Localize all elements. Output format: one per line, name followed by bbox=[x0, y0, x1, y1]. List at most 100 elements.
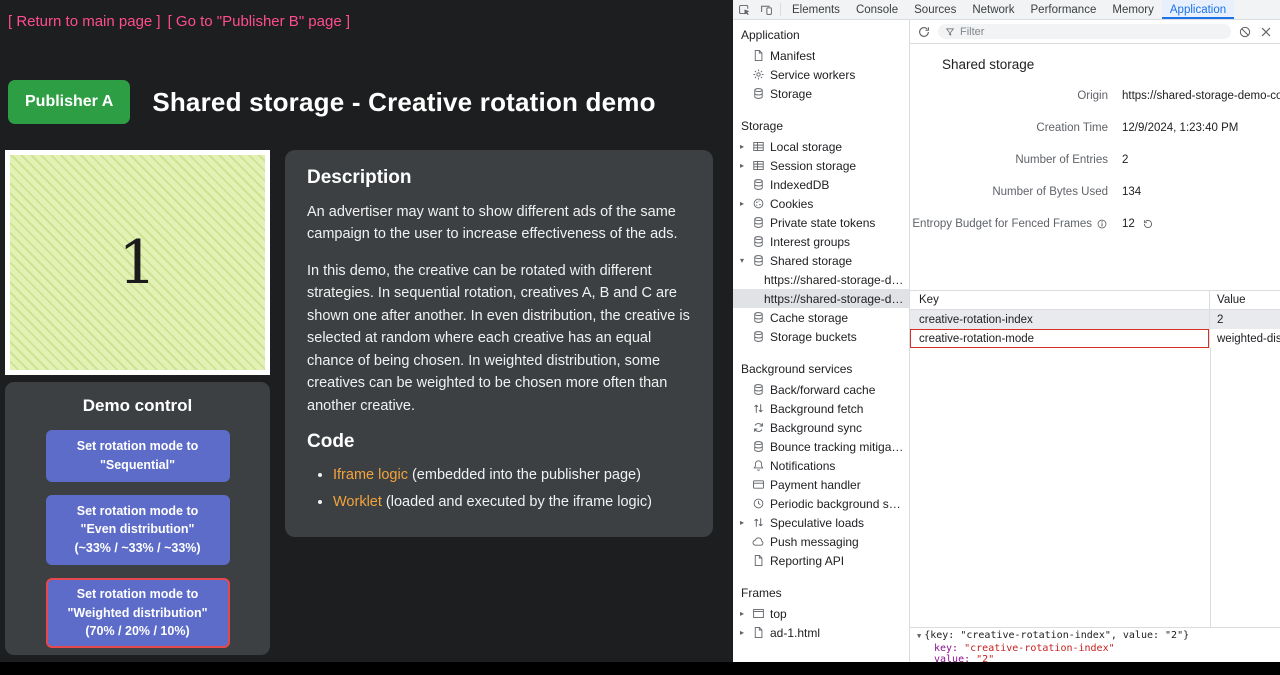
column-header-key[interactable]: Key bbox=[910, 291, 1210, 309]
devtools-body: ApplicationManifest Service workers Storag… bbox=[733, 20, 1280, 662]
property-name: key: bbox=[934, 643, 964, 654]
sidebar-item-label: Cache storage bbox=[770, 311, 848, 325]
grid-icon bbox=[751, 159, 765, 173]
sidebar-item-indexeddb[interactable]: IndexedDB bbox=[733, 175, 909, 194]
sidebar-item-storage-buckets[interactable]: Storage buckets bbox=[733, 327, 909, 346]
sidebar-item-https-shared-storage-d[interactable]: https://shared-storage-d… bbox=[733, 270, 909, 289]
devtools-tab-sources[interactable]: Sources bbox=[906, 0, 964, 19]
sidebar-item-label: Background sync bbox=[770, 421, 862, 435]
sidebar-item-label: Private state tokens bbox=[770, 216, 875, 230]
chevron-down-icon[interactable]: ▾ bbox=[740, 256, 751, 265]
sidebar-item-label: https://shared-storage-d… bbox=[764, 273, 903, 287]
sidebar-item-label: top bbox=[770, 607, 787, 621]
sidebar-section-application: ApplicationManifest Service workers Storag… bbox=[733, 22, 909, 103]
sidebar-item-bounce-tracking-mitiga[interactable]: Bounce tracking mitiga… bbox=[733, 437, 909, 456]
sidebar-item-push-messaging[interactable]: Push messaging bbox=[733, 532, 909, 551]
sidebar-item-back-forward-cache[interactable]: Back/forward cache bbox=[733, 380, 909, 399]
rotation-mode-button-2[interactable]: Set rotation mode to"Even distribution"(… bbox=[46, 495, 230, 565]
cell-key[interactable]: creative-rotation-mode bbox=[910, 329, 1210, 348]
cloud-icon bbox=[751, 535, 765, 549]
sidebar-item-reporting-api[interactable]: Reporting API bbox=[733, 551, 909, 570]
property-name: value: bbox=[934, 654, 976, 662]
sidebar-item-notifications[interactable]: Notifications bbox=[733, 456, 909, 475]
table-row-creative-rotation-index[interactable]: creative-rotation-index2 bbox=[910, 310, 1280, 329]
sidebar-item-speculative-loads[interactable]: ▸ Speculative loads bbox=[733, 513, 909, 532]
chevron-right-icon[interactable]: ▸ bbox=[740, 609, 751, 618]
sidebar-item-label: Speculative loads bbox=[770, 516, 864, 530]
column-header-value[interactable]: Value bbox=[1210, 291, 1280, 309]
sidebar-item-background-fetch[interactable]: Background fetch bbox=[733, 399, 909, 418]
chevron-right-icon[interactable]: ▸ bbox=[740, 161, 751, 170]
sidebar-section-title: Application bbox=[733, 22, 909, 46]
chevron-right-icon[interactable]: ▸ bbox=[740, 518, 751, 527]
metadata-value: 134 bbox=[1122, 186, 1280, 198]
cell-value[interactable]: weighted-dist bbox=[1210, 329, 1280, 348]
metadata-view: Originhttps://shared-storage-demo-coCrea… bbox=[910, 80, 1280, 240]
devtools-tab-performance[interactable]: Performance bbox=[1023, 0, 1105, 19]
sidebar-item-label: Service workers bbox=[770, 68, 855, 82]
devtools-tab-console[interactable]: Console bbox=[848, 0, 906, 19]
nav-link-go-to-publisher-b-page[interactable]: [ Go to "Publisher B" page ] bbox=[168, 13, 350, 30]
devtools-tabs: ElementsConsoleSourcesNetworkPerformance… bbox=[784, 0, 1234, 19]
rotation-mode-button-3[interactable]: Set rotation mode to"Weighted distributi… bbox=[46, 578, 230, 648]
clear-events-icon[interactable] bbox=[1238, 25, 1252, 39]
rotation-mode-button-1[interactable]: Set rotation mode to"Sequential" bbox=[46, 430, 230, 482]
refresh-icon[interactable] bbox=[917, 25, 931, 39]
sidebar-item-storage[interactable]: Storage bbox=[733, 84, 909, 103]
reset-entropy-icon[interactable] bbox=[1142, 218, 1154, 230]
sidebar-item-local-storage[interactable]: ▸ Local storage bbox=[733, 137, 909, 156]
chevron-right-icon[interactable]: ▸ bbox=[740, 142, 751, 151]
sidebar-item-label: Push messaging bbox=[770, 535, 859, 549]
code-title: Code bbox=[307, 431, 691, 453]
iframe-logic-link[interactable]: Iframe logic bbox=[333, 467, 408, 483]
sidebar-item-label: Bounce tracking mitiga… bbox=[770, 440, 903, 454]
sidebar-item-private-state-tokens[interactable]: Private state tokens bbox=[733, 213, 909, 232]
devtools-tab-elements[interactable]: Elements bbox=[784, 0, 848, 19]
sidebar-item-label: Storage buckets bbox=[770, 330, 857, 344]
inspect-element-icon[interactable] bbox=[733, 0, 755, 19]
close-icon[interactable] bbox=[1259, 25, 1273, 39]
sidebar-item-periodic-background-s[interactable]: Periodic background s… bbox=[733, 494, 909, 513]
filter-input[interactable]: Filter bbox=[938, 24, 1231, 39]
publisher-badge: Publisher A bbox=[8, 80, 130, 124]
cookie-icon bbox=[751, 197, 765, 211]
devtools-tab-network[interactable]: Network bbox=[964, 0, 1022, 19]
table-row-creative-rotation-mode[interactable]: creative-rotation-modeweighted-dist bbox=[910, 329, 1280, 348]
sidebar-item-label: Interest groups bbox=[770, 235, 850, 249]
devtools-tab-application[interactable]: Application bbox=[1162, 0, 1234, 19]
sidebar-item-service-workers[interactable]: Service workers bbox=[733, 65, 909, 84]
demo-control-panel: Demo control Set rotation mode to"Sequen… bbox=[5, 382, 270, 655]
device-toolbar-icon[interactable] bbox=[755, 0, 777, 19]
metadata-value-text: 12/9/2024, 1:23:40 PM bbox=[1122, 122, 1238, 134]
worklet-link[interactable]: Worklet bbox=[333, 494, 382, 510]
db-icon bbox=[751, 235, 765, 249]
chevron-right-icon[interactable]: ▸ bbox=[740, 628, 751, 637]
chevron-right-icon[interactable]: ▸ bbox=[740, 199, 751, 208]
shared-storage-panel: Filter Shared storage Originhttps://shar… bbox=[910, 20, 1280, 662]
sidebar-item-payment-handler[interactable]: Payment handler bbox=[733, 475, 909, 494]
sidebar-item-label: Local storage bbox=[770, 140, 842, 154]
sidebar-item-shared-storage[interactable]: ▾ Shared storage bbox=[733, 251, 909, 270]
metadata-value: 12/9/2024, 1:23:40 PM bbox=[1122, 122, 1280, 134]
sidebar-item-ad-1-html[interactable]: ▸ad-1.html bbox=[733, 623, 909, 642]
doc-icon bbox=[751, 554, 765, 568]
sidebar-item-top[interactable]: ▸ top bbox=[733, 604, 909, 623]
sidebar-item-manifest[interactable]: Manifest bbox=[733, 46, 909, 65]
sidebar-item-background-sync[interactable]: Background sync bbox=[733, 418, 909, 437]
metadata-label: Number of Bytes Used bbox=[910, 186, 1108, 198]
cell-key[interactable]: creative-rotation-index bbox=[910, 310, 1210, 329]
sidebar-item-cookies[interactable]: ▸Cookies bbox=[733, 194, 909, 213]
sidebar-item-https-shared-storage-d[interactable]: https://shared-storage-d… bbox=[733, 289, 909, 308]
sidebar-item-session-storage[interactable]: ▸Session storage bbox=[733, 156, 909, 175]
chevron-down-icon[interactable]: ▼ bbox=[917, 631, 921, 643]
description-paragraph: In this demo, the creative can be rotate… bbox=[307, 260, 691, 417]
cell-value[interactable]: 2 bbox=[1210, 310, 1280, 329]
sidebar-item-interest-groups[interactable]: Interest groups bbox=[733, 232, 909, 251]
devtools-window: ElementsConsoleSourcesNetworkPerformance… bbox=[733, 0, 1280, 662]
description-title: Description bbox=[307, 167, 691, 189]
nav-link-return-to-main-page[interactable]: [ Return to main page ] bbox=[8, 13, 161, 30]
info-icon[interactable] bbox=[1096, 218, 1108, 230]
sidebar-item-label: Shared storage bbox=[770, 254, 852, 268]
sidebar-item-cache-storage[interactable]: Cache storage bbox=[733, 308, 909, 327]
devtools-tab-memory[interactable]: Memory bbox=[1104, 0, 1162, 19]
